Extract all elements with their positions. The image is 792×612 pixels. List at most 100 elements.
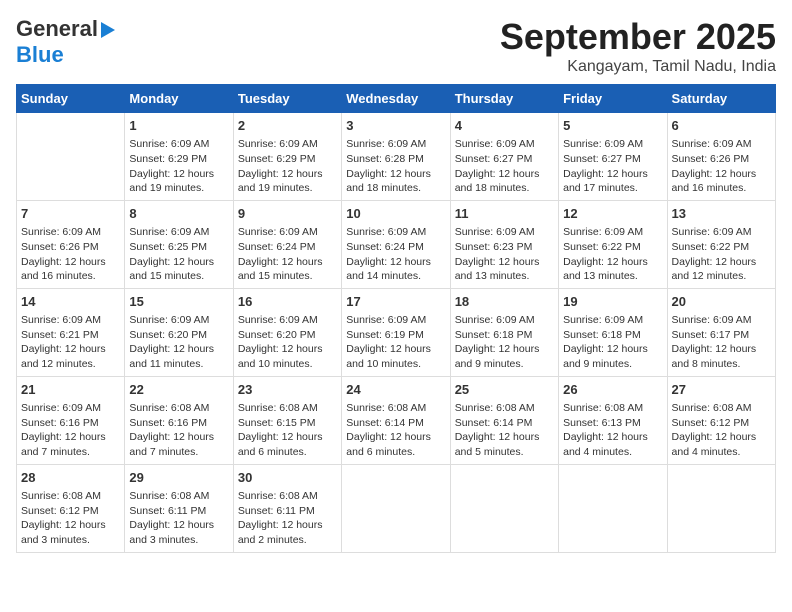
calendar-body: 1Sunrise: 6:09 AM Sunset: 6:29 PM Daylig… bbox=[17, 113, 776, 553]
month-title: September 2025 bbox=[500, 16, 776, 58]
calendar-cell: 7Sunrise: 6:09 AM Sunset: 6:26 PM Daylig… bbox=[17, 200, 125, 288]
day-info: Sunrise: 6:09 AM Sunset: 6:22 PM Dayligh… bbox=[563, 225, 662, 284]
calendar-cell: 2 Sunrise: 6:09 AM Sunset: 6:29 PM Daylig… bbox=[233, 113, 341, 201]
location: Kangayam, Tamil Nadu, India bbox=[500, 58, 776, 76]
day-info: Sunrise: 6:09 AM Sunset: 6:20 PM Dayligh… bbox=[238, 313, 337, 372]
day-number: 25 bbox=[455, 381, 554, 399]
day-info: Sunrise: 6:08 AM Sunset: 6:15 PM Dayligh… bbox=[238, 401, 337, 460]
calendar-cell: 24 Sunrise: 6:08 AM Sunset: 6:14 PM Dayli… bbox=[342, 376, 450, 464]
calendar-cell: 1Sunrise: 6:09 AM Sunset: 6:29 PM Daylig… bbox=[125, 113, 233, 201]
logo-arrow-icon bbox=[101, 22, 115, 38]
day-number: 21 bbox=[21, 381, 120, 399]
day-info: Sunrise: 6:09 AM Sunset: 6:24 PM Dayligh… bbox=[346, 225, 445, 284]
day-number: 8 bbox=[129, 205, 228, 223]
calendar-cell: 17Sunrise: 6:09 AM Sunset: 6:19 PM Dayli… bbox=[342, 288, 450, 376]
day-info: Sunrise: 6:09 AM Sunset: 6:29 PM Dayligh… bbox=[129, 137, 228, 196]
day-number: 14 bbox=[21, 293, 120, 311]
calendar-cell: 14 Sunrise: 6:09 AM Sunset: 6:21 PM Dayli… bbox=[17, 288, 125, 376]
calendar-cell: 9 Sunrise: 6:09 AM Sunset: 6:24 PM Daylig… bbox=[233, 200, 341, 288]
col-tuesday: Tuesday bbox=[233, 85, 341, 113]
calendar-cell: 25 Sunrise: 6:08 AM Sunset: 6:14 PM Dayli… bbox=[450, 376, 558, 464]
day-number: 3 bbox=[346, 117, 445, 135]
calendar-cell bbox=[342, 464, 450, 552]
col-saturday: Saturday bbox=[667, 85, 775, 113]
calendar-cell: 16 Sunrise: 6:09 AM Sunset: 6:20 PM Dayli… bbox=[233, 288, 341, 376]
day-number: 2 bbox=[238, 117, 337, 135]
calendar-cell: 18 Sunrise: 6:09 AM Sunset: 6:18 PM Dayli… bbox=[450, 288, 558, 376]
day-info: Sunrise: 6:08 AM Sunset: 6:12 PM Dayligh… bbox=[672, 401, 771, 460]
day-number: 18 bbox=[455, 293, 554, 311]
page-header: General Blue September 2025 Kangayam, Ta… bbox=[16, 16, 776, 76]
day-number: 16 bbox=[238, 293, 337, 311]
calendar-cell: 23Sunrise: 6:08 AM Sunset: 6:15 PM Dayli… bbox=[233, 376, 341, 464]
day-info: Sunrise: 6:09 AM Sunset: 6:26 PM Dayligh… bbox=[672, 137, 771, 196]
day-number: 5 bbox=[563, 117, 662, 135]
calendar-cell: 26Sunrise: 6:08 AM Sunset: 6:13 PM Dayli… bbox=[559, 376, 667, 464]
day-info: Sunrise: 6:08 AM Sunset: 6:16 PM Dayligh… bbox=[129, 401, 228, 460]
day-number: 28 bbox=[21, 469, 120, 487]
day-number: 17 bbox=[346, 293, 445, 311]
day-info: Sunrise: 6:08 AM Sunset: 6:11 PM Dayligh… bbox=[129, 489, 228, 548]
day-info: Sunrise: 6:09 AM Sunset: 6:23 PM Dayligh… bbox=[455, 225, 554, 284]
day-info: Sunrise: 6:08 AM Sunset: 6:14 PM Dayligh… bbox=[346, 401, 445, 460]
calendar-week-row: 14 Sunrise: 6:09 AM Sunset: 6:21 PM Dayli… bbox=[17, 288, 776, 376]
day-number: 6 bbox=[672, 117, 771, 135]
calendar-cell bbox=[559, 464, 667, 552]
calendar-cell bbox=[450, 464, 558, 552]
day-number: 15 bbox=[129, 293, 228, 311]
calendar-cell: 3 Sunrise: 6:09 AM Sunset: 6:28 PM Daylig… bbox=[342, 113, 450, 201]
col-friday: Friday bbox=[559, 85, 667, 113]
calendar-cell: 27 Sunrise: 6:08 AM Sunset: 6:12 PM Dayli… bbox=[667, 376, 775, 464]
day-info: Sunrise: 6:09 AM Sunset: 6:26 PM Dayligh… bbox=[21, 225, 120, 284]
day-info: Sunrise: 6:09 AM Sunset: 6:18 PM Dayligh… bbox=[563, 313, 662, 372]
logo-blue-text: Blue bbox=[16, 42, 64, 67]
day-number: 22 bbox=[129, 381, 228, 399]
calendar-cell: 13 Sunrise: 6:09 AM Sunset: 6:22 PM Dayli… bbox=[667, 200, 775, 288]
day-info: Sunrise: 6:08 AM Sunset: 6:13 PM Dayligh… bbox=[563, 401, 662, 460]
day-info: Sunrise: 6:08 AM Sunset: 6:12 PM Dayligh… bbox=[21, 489, 120, 548]
calendar-cell: 19 Sunrise: 6:09 AM Sunset: 6:18 PM Dayli… bbox=[559, 288, 667, 376]
calendar-cell: 29 Sunrise: 6:08 AM Sunset: 6:11 PM Dayli… bbox=[125, 464, 233, 552]
day-number: 9 bbox=[238, 205, 337, 223]
calendar-cell bbox=[667, 464, 775, 552]
day-number: 24 bbox=[346, 381, 445, 399]
calendar-table: Sunday Monday Tuesday Wednesday Thursday… bbox=[16, 84, 776, 553]
day-info: Sunrise: 6:08 AM Sunset: 6:11 PM Dayligh… bbox=[238, 489, 337, 548]
calendar-cell: 6 Sunrise: 6:09 AM Sunset: 6:26 PM Daylig… bbox=[667, 113, 775, 201]
day-number: 29 bbox=[129, 469, 228, 487]
day-number: 4 bbox=[455, 117, 554, 135]
calendar-week-row: 21Sunrise: 6:09 AM Sunset: 6:16 PM Dayli… bbox=[17, 376, 776, 464]
day-info: Sunrise: 6:09 AM Sunset: 6:25 PM Dayligh… bbox=[129, 225, 228, 284]
title-block: September 2025 Kangayam, Tamil Nadu, Ind… bbox=[500, 16, 776, 76]
day-number: 13 bbox=[672, 205, 771, 223]
day-number: 27 bbox=[672, 381, 771, 399]
calendar-cell: 10 Sunrise: 6:09 AM Sunset: 6:24 PM Dayli… bbox=[342, 200, 450, 288]
calendar-cell: 12Sunrise: 6:09 AM Sunset: 6:22 PM Dayli… bbox=[559, 200, 667, 288]
day-number: 19 bbox=[563, 293, 662, 311]
day-info: Sunrise: 6:09 AM Sunset: 6:21 PM Dayligh… bbox=[21, 313, 120, 372]
day-info: Sunrise: 6:09 AM Sunset: 6:28 PM Dayligh… bbox=[346, 137, 445, 196]
day-number: 10 bbox=[346, 205, 445, 223]
calendar-cell: 8 Sunrise: 6:09 AM Sunset: 6:25 PM Daylig… bbox=[125, 200, 233, 288]
logo-text: General bbox=[16, 16, 98, 42]
calendar-cell: 4 Sunrise: 6:09 AM Sunset: 6:27 PM Daylig… bbox=[450, 113, 558, 201]
col-monday: Monday bbox=[125, 85, 233, 113]
calendar-cell: 28 Sunrise: 6:08 AM Sunset: 6:12 PM Dayli… bbox=[17, 464, 125, 552]
col-thursday: Thursday bbox=[450, 85, 558, 113]
calendar-week-row: 1Sunrise: 6:09 AM Sunset: 6:29 PM Daylig… bbox=[17, 113, 776, 201]
calendar-cell: 11Sunrise: 6:09 AM Sunset: 6:23 PM Dayli… bbox=[450, 200, 558, 288]
col-sunday: Sunday bbox=[17, 85, 125, 113]
day-info: Sunrise: 6:08 AM Sunset: 6:14 PM Dayligh… bbox=[455, 401, 554, 460]
day-number: 20 bbox=[672, 293, 771, 311]
day-info: Sunrise: 6:09 AM Sunset: 6:24 PM Dayligh… bbox=[238, 225, 337, 284]
day-info: Sunrise: 6:09 AM Sunset: 6:27 PM Dayligh… bbox=[563, 137, 662, 196]
day-number: 30 bbox=[238, 469, 337, 487]
day-info: Sunrise: 6:09 AM Sunset: 6:27 PM Dayligh… bbox=[455, 137, 554, 196]
calendar-cell: 22 Sunrise: 6:08 AM Sunset: 6:16 PM Dayli… bbox=[125, 376, 233, 464]
calendar-cell: 30 Sunrise: 6:08 AM Sunset: 6:11 PM Dayli… bbox=[233, 464, 341, 552]
day-info: Sunrise: 6:09 AM Sunset: 6:18 PM Dayligh… bbox=[455, 313, 554, 372]
day-info: Sunrise: 6:09 AM Sunset: 6:20 PM Dayligh… bbox=[129, 313, 228, 372]
day-info: Sunrise: 6:09 AM Sunset: 6:22 PM Dayligh… bbox=[672, 225, 771, 284]
calendar-cell: 21Sunrise: 6:09 AM Sunset: 6:16 PM Dayli… bbox=[17, 376, 125, 464]
day-info: Sunrise: 6:09 AM Sunset: 6:29 PM Dayligh… bbox=[238, 137, 337, 196]
